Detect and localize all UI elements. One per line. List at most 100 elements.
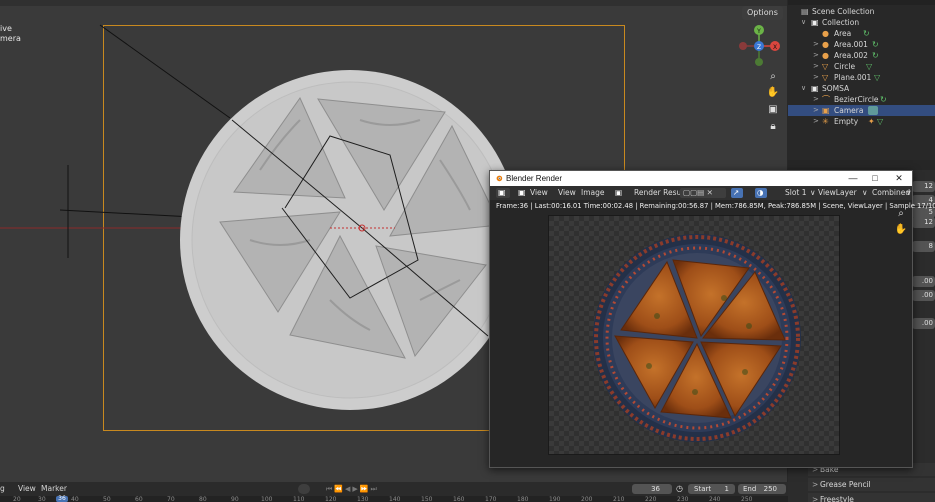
property-field[interactable]: 12 [912,181,935,192]
section-label: Freestyle [820,495,854,502]
tick-label: 80 [199,496,207,502]
property-field[interactable]: 12 [912,217,935,228]
chevron-right-icon[interactable]: > [813,105,819,116]
collection-icon: ▣ [811,84,819,93]
svg-text:X: X [773,44,777,51]
chevron-down-icon[interactable]: ∨ [801,17,806,28]
property-field[interactable]: 8 [912,241,935,252]
image-icon: ▣ [615,188,623,197]
chevron-right-icon[interactable]: > [813,61,819,72]
menu-item-view[interactable]: View [18,484,36,493]
outliner-row-label: Area.002 [834,51,868,60]
mesh-data-icon: ▽ [866,62,873,71]
outliner-row-area-002[interactable]: > ● Area.002 ↻ [788,50,935,61]
chevron-right-icon[interactable]: > [813,94,819,105]
zoom-icon[interactable]: ⌕ [766,70,780,84]
start-frame-field[interactable]: Start 1 [688,484,735,494]
outliner-row-empty[interactable]: > ✳ Empty ✦ ▽ [788,116,935,127]
maximize-button[interactable]: □ [864,171,886,186]
mesh-data-icon: ▽ [874,73,881,82]
menu-item-playback[interactable]: g [0,484,5,493]
outliner-row-label: BezierCircle [834,95,879,104]
render-pass-dropdown[interactable]: Combined [872,186,910,200]
chevron-right-icon: > [812,480,819,489]
outliner-row-plane-001[interactable]: > ▽ Plane.001 ▽ [788,72,935,83]
chevron-right-icon[interactable]: > [813,116,819,127]
tick-label: 40 [71,496,79,502]
lock-icon[interactable]: 🔒︎ [766,120,780,134]
timeline[interactable]: g View Marker ⏮⏪◀▶⏩⏭ 36 ◷ Start 1 End 25… [0,482,788,502]
camera-data-icon [868,106,878,115]
menu-item-marker[interactable]: Marker [41,484,67,493]
property-field[interactable]: .00 [912,276,935,287]
hand-icon[interactable]: ✋ [894,223,908,237]
menu-item-image[interactable]: Image [581,186,605,200]
light-data-icon: ↻ [863,29,870,38]
end-frame-field[interactable]: End 250 [738,484,786,494]
collection-icon: ▣ [811,18,819,27]
chevron-right-icon[interactable]: > [813,72,819,83]
view-layer-dropdown[interactable]: ViewLayer [818,186,857,200]
camera-icon[interactable]: ▣ [766,103,780,117]
tick-label: 50 [103,496,111,502]
image-editor-header: ▣ ▣ View View Image ▣ Render Result ▢▢▤ … [490,186,912,200]
menu-item-view[interactable]: View [558,186,576,200]
clock-icon[interactable]: ◷ [676,484,686,494]
hand-icon[interactable]: ✋ [766,86,780,100]
blender-logo-icon [496,175,503,182]
light-icon: ● [822,40,829,49]
light-data-icon: ↻ [872,51,879,60]
window-title: Blender Render [506,174,563,183]
curve-icon: ⌒ [822,95,830,104]
chevron-down-icon[interactable]: ∨ [810,186,816,200]
outliner-row-collection[interactable]: ∨ ▣ Collection [788,17,935,28]
minimize-button[interactable]: — [842,171,864,186]
zoom-icon[interactable]: ⌕ [894,207,908,221]
playback-controls[interactable]: ⏮⏪◀▶⏩⏭ [326,484,416,494]
section-grease-pencil[interactable]: > Grease Pencil [808,478,935,491]
view-mode-dropdown[interactable]: View [530,186,548,200]
gizmo-neg-y-axis [755,58,763,66]
light-icon: ● [822,51,829,60]
outliner-row-label: Area.001 [834,40,868,49]
chevron-down-icon[interactable]: ∨ [906,186,912,200]
outliner-row-label: Empty [834,117,859,126]
copy-icon[interactable]: ▢▢▤ ✕ [683,186,713,200]
constraint-icon: ✦ [868,117,875,126]
render-result-canvas[interactable] [548,215,840,455]
channels-icon: ◑ [757,188,764,197]
tick-label: 70 [167,496,175,502]
tick-label: 210 [613,496,625,502]
outliner-row-somsa[interactable]: ∨ ▣ SOMSA [788,83,935,94]
tick-label: 160 [453,496,465,502]
mesh-data-icon: ▽ [877,117,884,126]
tick-label: 20 [13,496,21,502]
current-frame-indicator[interactable]: 36 [56,496,68,502]
tick-label: 100 [261,496,273,502]
current-frame-field[interactable]: 36 [632,484,672,494]
navigation-gizmo[interactable]: Y X Z [734,24,784,74]
mode-icon: ▣ [518,188,526,197]
property-field[interactable]: .00 [912,318,935,329]
outliner-row-area[interactable]: ● Area ↻ [788,28,935,39]
property-field[interactable]: .00 [912,290,935,301]
outliner-row-scene-collection[interactable]: ▤ Scene Collection [788,6,935,17]
outliner-row-beziercircle[interactable]: > ⌒ BezierCircle ↻ [788,94,935,105]
image-selector[interactable]: Render Result [634,186,686,200]
outliner-row-circle[interactable]: > ▽ Circle ▽ [788,61,935,72]
chevron-right-icon[interactable]: > [813,50,819,61]
chevron-down-icon[interactable]: ∨ [862,186,868,200]
slot-dropdown[interactable]: Slot 1 [785,186,807,200]
chevron-right-icon[interactable]: > [813,39,819,50]
outliner-row-area-001[interactable]: > ● Area.001 ↻ [788,39,935,50]
outliner[interactable]: ▤ Scene Collection ∨ ▣ Collection ● Area… [788,0,935,160]
tick-label: 180 [517,496,529,502]
render-window[interactable]: Blender Render — □ ✕ ▣ ▣ View View Image… [489,170,935,468]
chevron-down-icon[interactable]: ∨ [801,83,806,94]
section-freestyle[interactable]: > Freestyle [808,493,935,502]
outliner-row-camera[interactable]: > ▣ Camera [788,105,935,116]
section-label: Grease Pencil [820,480,871,489]
render-window-titlebar[interactable]: Blender Render — □ ✕ [490,171,912,186]
close-button[interactable]: ✕ [888,171,910,186]
record-button[interactable] [298,484,310,494]
